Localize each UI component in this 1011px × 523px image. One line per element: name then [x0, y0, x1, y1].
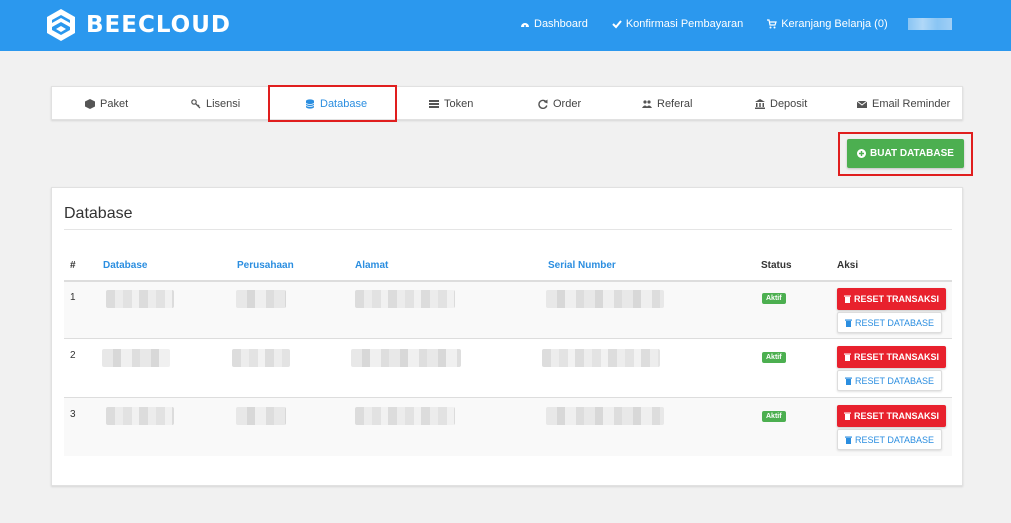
address-blurred	[355, 290, 455, 308]
tab-deposit[interactable]: Deposit	[755, 87, 807, 121]
tab-order-label: Order	[553, 98, 582, 110]
dashboard-icon	[521, 23, 529, 27]
reset-transaksi-button[interactable]: RESET TRANSAKSI	[837, 288, 946, 310]
tab-token[interactable]: Token	[429, 87, 473, 121]
tab-bar: Paket Lisensi Database Token Order Refer…	[51, 86, 963, 120]
tab-lisensi-label: Lisensi	[206, 98, 241, 110]
reset-transaksi-label: RESET TRANSAKSI	[853, 352, 939, 362]
brand-logo[interactable]: BEECLOUD	[44, 8, 231, 42]
tab-referal[interactable]: Referal	[642, 87, 692, 121]
tab-paket-label: Paket	[100, 98, 129, 110]
database-card: Database # Database Perusahaan Alamat Se…	[51, 187, 963, 486]
database-name-blurred	[106, 407, 174, 425]
highlight-annotation-create	[838, 132, 973, 176]
bank-icon	[755, 99, 765, 109]
serial-number-blurred	[546, 407, 664, 425]
reset-database-button[interactable]: RESET DATABASE	[837, 429, 942, 450]
tab-lisensi[interactable]: Lisensi	[191, 87, 240, 121]
highlight-annotation-tab	[268, 85, 397, 122]
status-badge: Aktif	[762, 411, 786, 422]
reset-transaksi-button[interactable]: RESET TRANSAKSI	[837, 346, 946, 368]
tab-email-reminder[interactable]: Email Reminder	[857, 87, 950, 121]
list-icon	[429, 100, 439, 108]
status-badge: Aktif	[762, 293, 786, 304]
tab-order[interactable]: Order	[538, 87, 581, 121]
reset-transaksi-button[interactable]: RESET TRANSAKSI	[837, 405, 946, 427]
company-name-blurred	[232, 349, 290, 367]
reset-transaksi-label: RESET TRANSAKSI	[853, 294, 939, 304]
top-nav: Dashboard Konfirmasi Pembayaran Keranjan…	[520, 18, 952, 30]
trash-icon	[843, 412, 851, 420]
trash-icon	[843, 295, 851, 303]
nav-dashboard-label: Dashboard	[534, 18, 588, 30]
nav-dashboard[interactable]: Dashboard	[520, 18, 588, 30]
user-menu-blurred[interactable]	[907, 18, 952, 30]
nav-keranjang-belanja[interactable]: Keranjang Belanja (0)	[767, 18, 888, 30]
database-name-blurred	[102, 349, 170, 367]
hexagon-logo-icon	[47, 9, 75, 41]
nav-konfirmasi-label: Konfirmasi Pembayaran	[625, 18, 744, 30]
card-title: Database	[64, 205, 133, 222]
row-number: 3	[70, 409, 76, 420]
column-header-database[interactable]: Database	[103, 260, 147, 271]
reset-database-label: RESET DATABASE	[854, 375, 935, 386]
table-row: 2 Aktif RESET TRANSAKSI RESET DATABASE	[64, 339, 952, 397]
column-header-status: Status	[761, 260, 792, 271]
refresh-icon	[538, 99, 548, 109]
top-navbar: BEECLOUD Dashboard Konfirmasi Pembayaran…	[0, 0, 1011, 51]
tab-token-label: Token	[444, 98, 474, 110]
column-header-serial-number[interactable]: Serial Number	[548, 260, 616, 271]
company-name-blurred	[236, 290, 286, 308]
divider	[64, 229, 952, 230]
database-name-blurred	[106, 290, 174, 308]
trash-icon	[844, 377, 852, 385]
tab-referal-label: Referal	[657, 98, 693, 110]
column-header-alamat[interactable]: Alamat	[355, 260, 388, 271]
company-name-blurred	[236, 407, 286, 425]
row-number: 1	[70, 292, 76, 303]
box-icon	[85, 99, 95, 109]
row-number: 2	[70, 350, 76, 361]
brand-name: BEECLOUD	[86, 12, 231, 38]
key-icon	[191, 99, 201, 109]
reset-transaksi-label: RESET TRANSAKSI	[853, 411, 939, 421]
tab-paket[interactable]: Paket	[85, 87, 128, 121]
column-header-perusahaan[interactable]: Perusahaan	[237, 260, 294, 271]
reset-database-label: RESET DATABASE	[854, 317, 935, 328]
cart-icon	[767, 19, 778, 29]
reset-database-button[interactable]: RESET DATABASE	[837, 312, 942, 333]
nav-konfirmasi-pembayaran[interactable]: Konfirmasi Pembayaran	[612, 18, 743, 30]
check-icon	[612, 20, 622, 29]
table-row: 1 Aktif RESET TRANSAKSI RESET DATABASE	[64, 282, 952, 338]
serial-number-blurred	[542, 349, 660, 367]
table-row: 3 Aktif RESET TRANSAKSI RESET DATABASE	[64, 398, 952, 456]
address-blurred	[355, 407, 455, 425]
tab-email-reminder-label: Email Reminder	[872, 98, 951, 110]
tab-deposit-label: Deposit	[770, 98, 808, 110]
address-blurred	[351, 349, 461, 367]
users-icon	[642, 100, 652, 108]
column-header-number: #	[70, 260, 76, 271]
column-header-aksi: Aksi	[837, 260, 859, 271]
trash-icon	[844, 436, 852, 444]
trash-icon	[843, 353, 851, 361]
serial-number-blurred	[546, 290, 664, 308]
status-badge: Aktif	[762, 352, 786, 363]
nav-keranjang-label: Keranjang Belanja (0)	[781, 18, 888, 30]
reset-database-button[interactable]: RESET DATABASE	[837, 370, 942, 391]
trash-icon	[844, 319, 852, 327]
reset-database-label: RESET DATABASE	[854, 434, 935, 445]
envelope-icon	[857, 100, 867, 108]
